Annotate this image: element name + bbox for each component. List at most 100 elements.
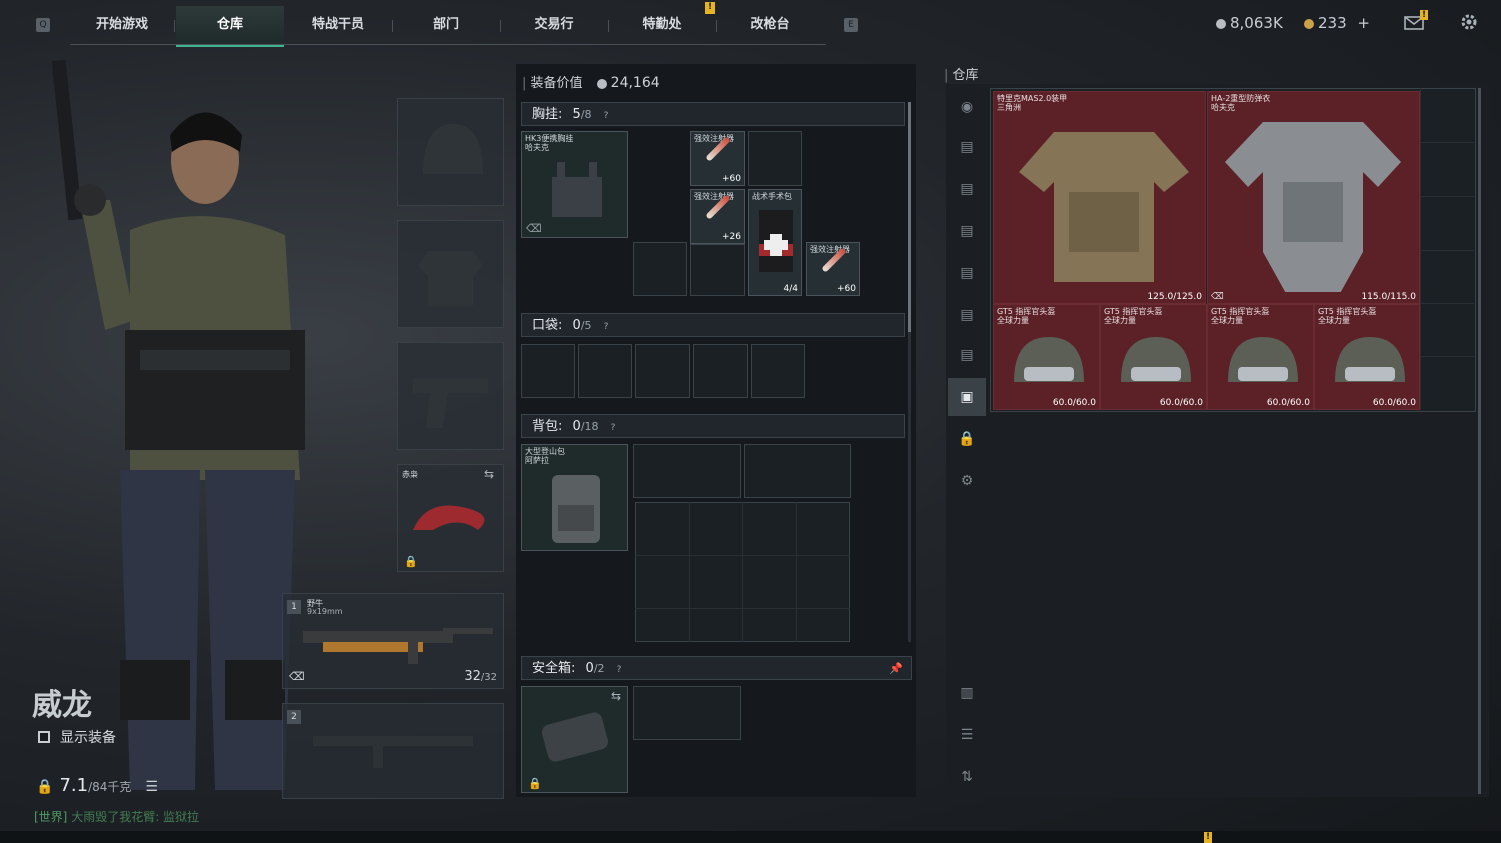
help-icon[interactable]: ? [617, 658, 622, 682]
scrollbar-thumb[interactable] [908, 102, 911, 332]
swap-icon[interactable]: ⇆ [611, 689, 621, 703]
injector-item[interactable]: 强效注射器 +60 [690, 131, 745, 186]
storage-tab-4-icon[interactable]: ▤ [948, 128, 986, 166]
primary-weapon-slot[interactable]: 1 野牛 9x19mm ⌫ 32/32 [282, 593, 504, 689]
ammo-current: 32 [464, 669, 481, 684]
body-armor-icon [1225, 122, 1401, 292]
karambit-icon [413, 505, 485, 530]
secondary-weapon-slot[interactable]: 2 [282, 703, 504, 799]
coin-icon [1304, 18, 1314, 29]
pocket-slot[interactable] [693, 344, 748, 398]
settings-button[interactable] [1459, 12, 1479, 32]
safebox-label: 安全箱: [532, 661, 576, 676]
show-gear-toggle[interactable]: 显示装备 [38, 727, 116, 747]
melee-slot[interactable]: 赤枭 ⇆ 🔒 [397, 464, 504, 572]
swap-icon[interactable]: ⇆ [484, 467, 494, 481]
backpack-slot[interactable] [633, 444, 741, 498]
warehouse-item-helmet[interactable]: GT5 指挥官头盔 全球力量 60.0/60.0 [1207, 304, 1314, 410]
backpack-slot[interactable] [744, 444, 851, 498]
storage-tab-4c-icon[interactable]: ▤ [948, 212, 986, 250]
tab-warehouse[interactable]: 仓库 [176, 6, 284, 47]
filter-icon[interactable]: ▥ [948, 674, 986, 712]
rig-slot[interactable] [633, 242, 687, 296]
warehouse-item-armor[interactable]: 特里克MAS2.0装甲 三角洲 125.0/125.0 [993, 91, 1206, 304]
tab-department[interactable]: 部门 [392, 6, 500, 44]
help-icon[interactable]: ? [604, 104, 609, 128]
pocket-header: 口袋: 0/5 ? [521, 313, 905, 337]
operator-name: 威龙 [32, 688, 92, 723]
storage-tab-2b-icon[interactable]: ▤ [948, 336, 986, 374]
gold-currency: 233 + [1304, 14, 1370, 32]
equipment-value-amount: 24,164 [610, 75, 660, 91]
next-tab-key[interactable]: E [844, 18, 858, 32]
warehouse-scrollbar[interactable] [1478, 88, 1481, 794]
injector-item[interactable]: 强效注射器 +26 [690, 189, 745, 244]
helmet-filter-icon[interactable]: ◉ [948, 88, 986, 126]
help-icon[interactable]: ? [611, 416, 616, 440]
rig-slot[interactable] [690, 244, 745, 296]
item-brand: 哈夫克 [525, 143, 549, 152]
tab-trading[interactable]: 交易行 [500, 6, 608, 44]
world-chat[interactable]: [世界] 大雨毁了我花臂: 监狱拉 [34, 808, 199, 825]
add-currency-button[interactable]: + [1357, 14, 1370, 32]
equipment-value: | 装备价值 24,164 [522, 75, 660, 91]
storage-tab-2-icon[interactable]: ▤ [948, 296, 986, 334]
item-brand: 全球力量 [1211, 316, 1243, 325]
pocket-slot[interactable] [751, 344, 805, 398]
checkbox[interactable] [38, 731, 50, 743]
warehouse-item-armor[interactable]: HA-2重型防弹衣 哈夫克 ⌫ 115.0/115.0 [1207, 91, 1420, 304]
pin-icon[interactable]: 📌 [889, 657, 903, 681]
prev-tab-key[interactable]: Q [36, 18, 50, 32]
safebox-capacity: /2 [593, 662, 605, 675]
pocket-capacity: /5 [580, 319, 592, 332]
grid-line [1420, 196, 1474, 197]
storage-tab-3-icon[interactable]: ▤ [948, 254, 986, 292]
pocket-slot[interactable] [521, 344, 575, 398]
sort-icon[interactable]: ⇅ [948, 758, 986, 796]
lock-icon[interactable]: 🔒 [948, 420, 986, 458]
item-brand: 全球力量 [997, 316, 1029, 325]
pocket-slot[interactable] [578, 344, 632, 398]
pocket-slot[interactable] [635, 344, 690, 398]
help-icon[interactable]: ? [604, 315, 609, 339]
list-icon[interactable]: ☰ [145, 779, 158, 795]
weight-max: /84千克 [88, 780, 132, 794]
tab-start-game[interactable]: 开始游戏 [70, 6, 174, 44]
item-durability: 115.0/115.0 [1361, 292, 1416, 302]
item-durability: 125.0/125.0 [1147, 292, 1202, 302]
injector-item[interactable]: 强效注射器 +60 [806, 242, 860, 296]
tab-special-ops[interactable]: 特勤处 [608, 6, 716, 44]
scrollbar[interactable] [908, 102, 911, 642]
melee-name: 赤枭 [402, 470, 418, 479]
pistol-slot[interactable] [397, 342, 504, 450]
item-brand: 阿萨拉 [525, 456, 549, 465]
item-name: 大型登山包 [525, 447, 565, 456]
grid-line [1420, 88, 1421, 410]
tab-operators[interactable]: 特战干员 [284, 6, 392, 44]
storage-tab-active-icon[interactable]: ▣ [948, 378, 986, 416]
silver-coin-icon [596, 78, 607, 89]
layers-icon[interactable]: ☰ [948, 716, 986, 754]
rig-slot[interactable] [748, 131, 802, 186]
warehouse-item-helmet[interactable]: GT5 指挥官头盔 全球力量 60.0/60.0 [993, 304, 1100, 410]
helmet-icon [1228, 337, 1298, 382]
safebox-slot[interactable] [633, 686, 741, 740]
chest-rig-item[interactable]: HK3便携胸挂 哈夫克 ⌫ [521, 131, 628, 238]
scrollbar-thumb[interactable] [1478, 88, 1481, 794]
storage-tab-4b-icon[interactable]: ▤ [948, 170, 986, 208]
chest-rig-header: 胸挂: 5/8 ? [521, 102, 905, 126]
safebox-item[interactable]: ⇆ 🔒 [521, 686, 628, 793]
surgery-kit-item[interactable]: 战术手术包 4/4 [748, 189, 802, 296]
mail-button[interactable]: ! [1404, 10, 1428, 30]
warehouse-title: | 仓库 [944, 68, 979, 83]
item-name-block: HK3便携胸挂 哈夫克 [525, 134, 573, 152]
tab-gunsmith[interactable]: 改枪台 [716, 6, 824, 44]
armor-slot[interactable] [397, 220, 504, 328]
backpack-item[interactable]: 大型登山包 阿萨拉 [521, 444, 628, 551]
helmet-slot[interactable] [397, 98, 504, 206]
safebox-icon [541, 712, 609, 762]
warehouse-item-helmet[interactable]: GT5 指挥官头盔 全球力量 60.0/60.0 [1314, 304, 1420, 410]
gear-icon[interactable]: ⚙ [948, 462, 986, 500]
warehouse-item-helmet[interactable]: GT5 指挥官头盔 全球力量 60.0/60.0 [1100, 304, 1207, 410]
chat-message: 大雨毁了我花臂: 监狱拉 [71, 810, 200, 824]
